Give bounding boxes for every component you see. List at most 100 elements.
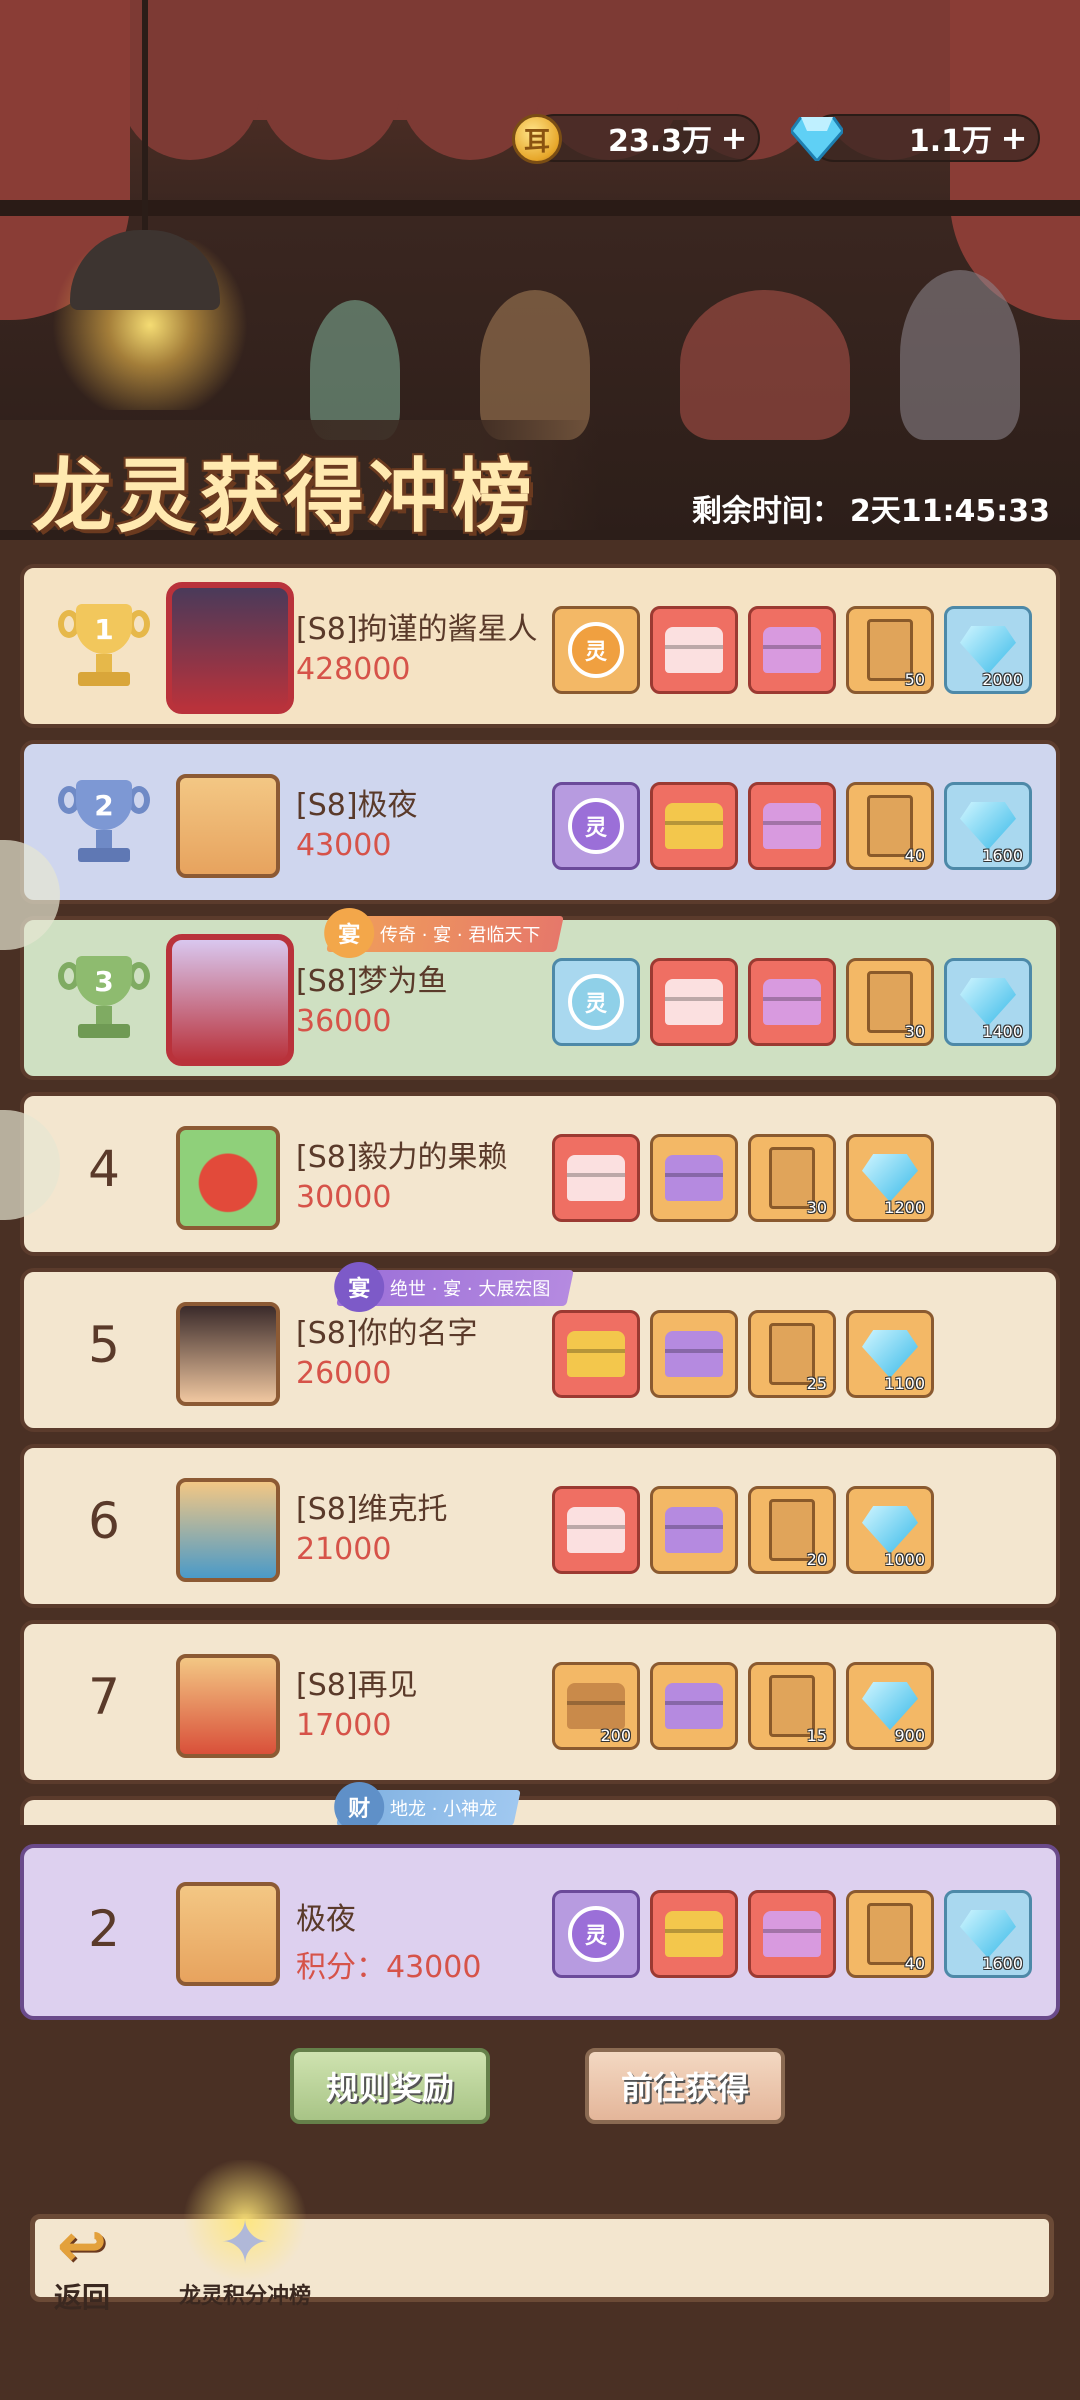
gold-chest-icon[interactable]	[650, 782, 738, 870]
rank-number: 5	[88, 1316, 120, 1374]
my-avatar[interactable]	[176, 1882, 280, 1986]
curtain-scallop	[260, 90, 400, 160]
player-score: 36000	[296, 1004, 392, 1039]
curtain-scallop	[120, 90, 260, 160]
bronze-trophy-icon: 3	[54, 956, 154, 1046]
reward-list: 灵 40 1600	[552, 782, 1032, 870]
player-score: 21000	[296, 1532, 392, 1567]
player-name: [S8]维克托	[296, 1492, 448, 1527]
purple-chest-icon[interactable]	[650, 1310, 738, 1398]
back-button[interactable]: ↩ 返回	[34, 2196, 130, 2316]
diamond-reward-icon[interactable]: 900	[846, 1662, 934, 1750]
ticket-icon[interactable]: 30	[748, 1134, 836, 1222]
diamond-reward-icon[interactable]: 2000	[944, 606, 1032, 694]
diamond-reward-icon[interactable]: 1600	[944, 782, 1032, 870]
ticket-icon[interactable]: 40	[846, 782, 934, 870]
gold-chest-icon[interactable]	[650, 1890, 738, 1978]
soul-orb-icon[interactable]: 灵	[552, 958, 640, 1046]
player-title-tag: 宴 绝世 · 宴 · 大展宏图	[334, 1262, 575, 1312]
back-arrow-icon: ↩	[56, 2211, 108, 2281]
red-chest-icon[interactable]	[650, 606, 738, 694]
silver-trophy-icon: 2	[54, 780, 154, 870]
pink-chest-icon[interactable]	[748, 1890, 836, 1978]
pink-chest-icon[interactable]	[748, 606, 836, 694]
my-score-label: 积分：	[296, 1950, 386, 1985]
diamond-reward-icon[interactable]: 1100	[846, 1310, 934, 1398]
reward-list: 25 1100	[552, 1310, 934, 1398]
player-avatar[interactable]	[166, 934, 294, 1066]
rank-list[interactable]: 1 [S8]拘谨的酱星人 428000 灵 50 2000 2 [S8]极夜 4…	[0, 540, 1080, 1825]
soul-orb-icon[interactable]: 灵	[552, 1890, 640, 1978]
countdown: 剩余时间： 2天11:45:33	[684, 486, 1050, 530]
spirit-character-masked	[900, 270, 1020, 440]
gold-amount: 23.3万	[607, 124, 712, 159]
my-score-value: 43000	[386, 1950, 482, 1985]
rank-row-4[interactable]: 4 [S8]毅力的果赖 30000 30 1200	[20, 1092, 1060, 1256]
player-score: 30000	[296, 1180, 392, 1215]
ticket-icon[interactable]: 15	[748, 1662, 836, 1750]
nav-tab-dragon-ranking[interactable]: ✦ 龙灵积分冲榜	[150, 2160, 340, 2310]
go-obtain-button[interactable]: 前往获得	[585, 2048, 785, 2124]
purple-chest-icon[interactable]	[650, 1486, 738, 1574]
diamond-reward-icon[interactable]: 1200	[846, 1134, 934, 1222]
player-name: [S8]再见	[296, 1668, 418, 1703]
my-name: 极夜	[296, 1902, 356, 1937]
player-name: [S8]你的名字	[296, 1316, 478, 1351]
player-score: 26000	[296, 1356, 392, 1391]
player-name: [S8]极夜	[296, 788, 418, 823]
player-avatar[interactable]	[176, 1478, 280, 1582]
wood-chest-icon[interactable]: 200	[552, 1662, 640, 1750]
rank-row-6[interactable]: 6 [S8]维克托 21000 20 1000	[20, 1444, 1060, 1608]
my-reward-list: 灵 40 1600	[552, 1890, 1032, 1978]
ticket-icon[interactable]: 20	[748, 1486, 836, 1574]
diamond-currency-bar[interactable]: 1.1万 +	[791, 114, 1040, 162]
rank-number: 6	[88, 1492, 120, 1550]
player-avatar[interactable]	[176, 1126, 280, 1230]
my-rank-number: 2	[88, 1900, 120, 1958]
red-chest-icon[interactable]	[552, 1486, 640, 1574]
add-gold-button[interactable]: +	[718, 122, 750, 154]
red-chest-icon[interactable]	[552, 1134, 640, 1222]
lamp-cord	[142, 0, 148, 230]
pink-chest-icon[interactable]	[748, 958, 836, 1046]
player-avatar[interactable]	[176, 1302, 280, 1406]
rank-row-partial[interactable]	[20, 1796, 1060, 1825]
ticket-icon[interactable]: 40	[846, 1890, 934, 1978]
soul-orb-icon[interactable]: 灵	[552, 782, 640, 870]
rank-row-1[interactable]: 1 [S8]拘谨的酱星人 428000 灵 50 2000	[20, 564, 1060, 728]
gold-chest-icon[interactable]	[552, 1310, 640, 1398]
ticket-icon[interactable]: 50	[846, 606, 934, 694]
countdown-label: 剩余时间：	[691, 494, 842, 529]
reward-list: 20 1000	[552, 1486, 934, 1574]
reward-list: 灵 50 2000	[552, 606, 1032, 694]
ticket-icon[interactable]: 30	[846, 958, 934, 1046]
rank-row-2[interactable]: 2 [S8]极夜 43000 灵 40 1600	[20, 740, 1060, 904]
ticket-icon[interactable]: 25	[748, 1310, 836, 1398]
player-name: [S8]拘谨的酱星人	[296, 612, 538, 647]
gold-trophy-icon: 1	[54, 604, 154, 694]
player-score: 17000	[296, 1708, 392, 1743]
pink-chest-icon[interactable]	[748, 782, 836, 870]
red-chest-icon[interactable]	[650, 958, 738, 1046]
rank-row-7[interactable]: 7 [S8]再见 17000 200 15 900	[20, 1620, 1060, 1784]
page-title: 龙灵获得冲榜	[32, 450, 536, 540]
countdown-value: 2天11:45:33	[849, 494, 1050, 529]
soul-orb-icon[interactable]: 灵	[552, 606, 640, 694]
rank-number: 4	[88, 1140, 120, 1198]
player-avatar[interactable]	[176, 774, 280, 878]
add-diamond-button[interactable]: +	[998, 122, 1030, 154]
diamond-reward-icon[interactable]: 1600	[944, 1890, 1032, 1978]
rank-number: 7	[88, 1668, 120, 1726]
player-score: 43000	[296, 828, 392, 863]
rules-rewards-button[interactable]: 规则奖励	[290, 2048, 490, 2124]
nav-tab-label: 龙灵积分冲榜	[178, 2284, 311, 2309]
purple-chest-icon[interactable]	[650, 1134, 738, 1222]
gold-currency-bar[interactable]: 耳 23.3万 +	[512, 114, 760, 164]
player-avatar[interactable]	[176, 1654, 280, 1758]
player-title-tag: 宴 传奇 · 宴 · 君临天下	[324, 908, 565, 958]
diamond-reward-icon[interactable]: 1400	[944, 958, 1032, 1046]
diamond-reward-icon[interactable]: 1000	[846, 1486, 934, 1574]
my-rank-row[interactable]: 2 极夜 积分：43000 灵 40 1600	[20, 1844, 1060, 2020]
player-avatar[interactable]	[166, 582, 294, 714]
purple-chest-icon[interactable]	[650, 1662, 738, 1750]
